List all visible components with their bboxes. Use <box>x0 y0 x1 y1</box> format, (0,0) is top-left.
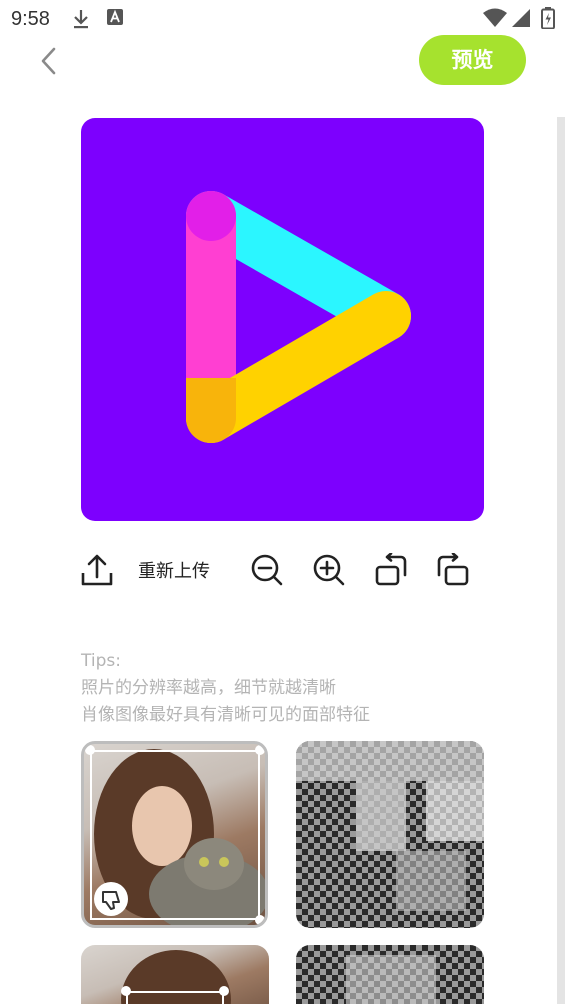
zoom-out-button[interactable] <box>250 551 284 589</box>
tips-section: Tips: 照片的分辨率越高，细节就越清晰 肖像图像最好具有清晰可见的面部特征 <box>81 648 370 729</box>
download-icon <box>72 9 90 33</box>
sample-pixelated-result-2 <box>296 945 484 1004</box>
tips-line-2: 肖像图像最好具有清晰可见的面部特征 <box>81 705 370 725</box>
sample-pixelated-result <box>296 741 484 928</box>
pixelated-portrait-image <box>346 955 436 1004</box>
upload-icon <box>81 554 113 586</box>
chevron-left-icon <box>41 47 56 75</box>
sample-original-photo-2 <box>81 945 269 1004</box>
tips-heading: Tips: <box>81 651 121 671</box>
tips-line-1: 照片的分辨率越高，细节就越清晰 <box>81 678 336 698</box>
crop-handle[interactable] <box>219 986 229 996</box>
back-button[interactable] <box>36 45 64 77</box>
crop-handle[interactable] <box>121 986 131 996</box>
play-logo <box>186 191 411 443</box>
rotate-right-button[interactable] <box>436 551 470 589</box>
scrollbar[interactable] <box>557 117 565 1004</box>
sample-original-photo <box>81 741 268 928</box>
accessibility-icon <box>107 9 123 31</box>
uploaded-image <box>81 118 484 521</box>
thumbs-down-badge <box>94 882 128 916</box>
pixelated-portrait-image <box>296 741 484 911</box>
crop-handle[interactable] <box>255 745 265 755</box>
battery-icon <box>541 7 555 33</box>
upload-button[interactable] <box>80 551 114 589</box>
status-bar: 9:58 <box>0 0 565 38</box>
preview-button[interactable]: 预览 <box>419 35 526 85</box>
rotate-right-icon <box>437 553 469 586</box>
rotate-left-icon <box>375 553 407 586</box>
wifi-icon <box>482 8 508 32</box>
zoom-out-icon <box>251 554 283 586</box>
rotate-left-button[interactable] <box>374 551 408 589</box>
zoom-in-icon <box>313 554 345 586</box>
crop-handle[interactable] <box>85 745 95 755</box>
thumbs-down-icon <box>102 891 120 910</box>
status-time: 9:58 <box>11 8 50 30</box>
crop-frame[interactable] <box>126 991 224 1004</box>
crop-handle[interactable] <box>255 915 265 925</box>
cellular-signal-icon <box>511 8 531 32</box>
zoom-in-button[interactable] <box>312 551 346 589</box>
reupload-label[interactable]: 重新上传 <box>138 557 210 583</box>
